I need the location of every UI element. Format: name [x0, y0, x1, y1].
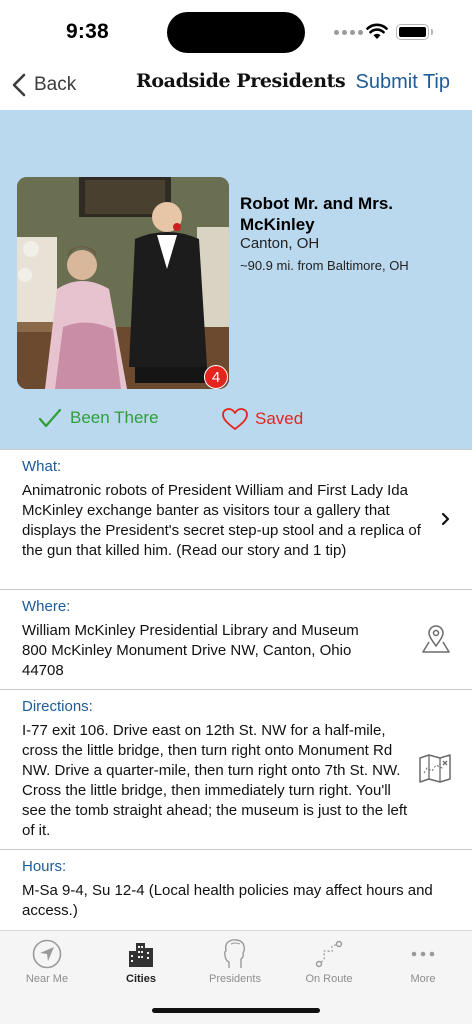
compass-icon — [32, 939, 62, 969]
ellipsis-icon — [411, 951, 435, 957]
tab-presidents-label: Presidents — [209, 973, 261, 985]
battery-nub — [431, 29, 433, 35]
wifi-icon — [366, 23, 388, 39]
chevron-right-icon — [441, 512, 450, 526]
hours-heading: Hours: — [22, 858, 67, 875]
tab-near-me-label: Near Me — [25, 973, 69, 985]
been-there-button[interactable]: Been There — [38, 407, 159, 429]
photo-count-badge: 4 — [204, 365, 228, 389]
been-there-label: Been There — [70, 408, 159, 427]
where-heading: Where: — [22, 598, 71, 615]
map-icon[interactable] — [418, 753, 452, 783]
home-indicator — [152, 1008, 320, 1013]
dynamic-island — [167, 12, 305, 53]
where-section: Where: William McKinley Presidential Lib… — [0, 590, 472, 690]
app-logo-title: Roadside Presidents — [136, 70, 346, 92]
map-pin-icon[interactable] — [420, 624, 452, 654]
where-address: 800 McKinley Monument Drive NW, Canton, … — [22, 642, 352, 679]
tab-cities[interactable]: Cities — [94, 937, 188, 997]
what-section[interactable]: What: Animatronic robots of President Wi… — [0, 450, 472, 590]
directions-section: Directions: I-77 exit 106. Drive east on… — [0, 690, 472, 850]
tab-more[interactable]: More — [376, 937, 470, 997]
submit-tip-button[interactable]: Submit Tip — [356, 71, 450, 94]
where-venue: William McKinley Presidential Library an… — [22, 622, 359, 639]
tab-on-route[interactable]: On Route — [282, 937, 376, 997]
directions-text: I-77 exit 106. Drive east on 12th St. NW… — [22, 722, 408, 839]
back-label: Back — [34, 74, 77, 95]
what-heading: What: — [22, 458, 62, 475]
status-bar: 9:38 — [0, 0, 472, 62]
navigation-bar: Back Roadside Presidents Submit Tip — [0, 62, 472, 110]
attraction-city: Canton, OH — [240, 235, 320, 252]
city-icon — [129, 943, 153, 967]
attraction-header: 4 Robot Mr. and Mrs. McKinley Canton, OH… — [0, 110, 472, 450]
tab-more-label: More — [410, 973, 436, 985]
attraction-distance: ~90.9 mi. from Baltimore, OH — [240, 258, 409, 273]
back-button[interactable]: Back — [12, 70, 76, 100]
hours-section: Hours: M-Sa 9-4, Su 12-4 (Local health p… — [0, 850, 472, 930]
what-text: Animatronic robots of President William … — [22, 482, 421, 559]
heart-icon — [222, 408, 248, 430]
tab-cities-label: Cities — [126, 973, 156, 985]
attraction-title: Robot Mr. and Mrs. McKinley — [240, 194, 393, 234]
checkmark-icon — [38, 408, 62, 428]
attraction-photo[interactable] — [17, 177, 229, 389]
tab-on-route-label: On Route — [305, 973, 353, 985]
tab-presidents[interactable]: Presidents — [188, 937, 282, 997]
battery-icon — [396, 24, 429, 40]
cellular-signal-icon — [334, 30, 363, 35]
hours-text: M-Sa 9-4, Su 12-4 (Local health policies… — [22, 882, 433, 919]
directions-heading: Directions: — [22, 698, 93, 715]
president-profile-icon — [223, 939, 246, 968]
route-icon — [315, 940, 343, 968]
saved-label: Saved — [255, 409, 304, 428]
tab-near-me[interactable]: Near Me — [0, 937, 94, 997]
saved-button[interactable]: Saved — [221, 407, 303, 431]
status-time: 9:38 — [66, 20, 109, 43]
chevron-left-icon — [12, 73, 26, 97]
